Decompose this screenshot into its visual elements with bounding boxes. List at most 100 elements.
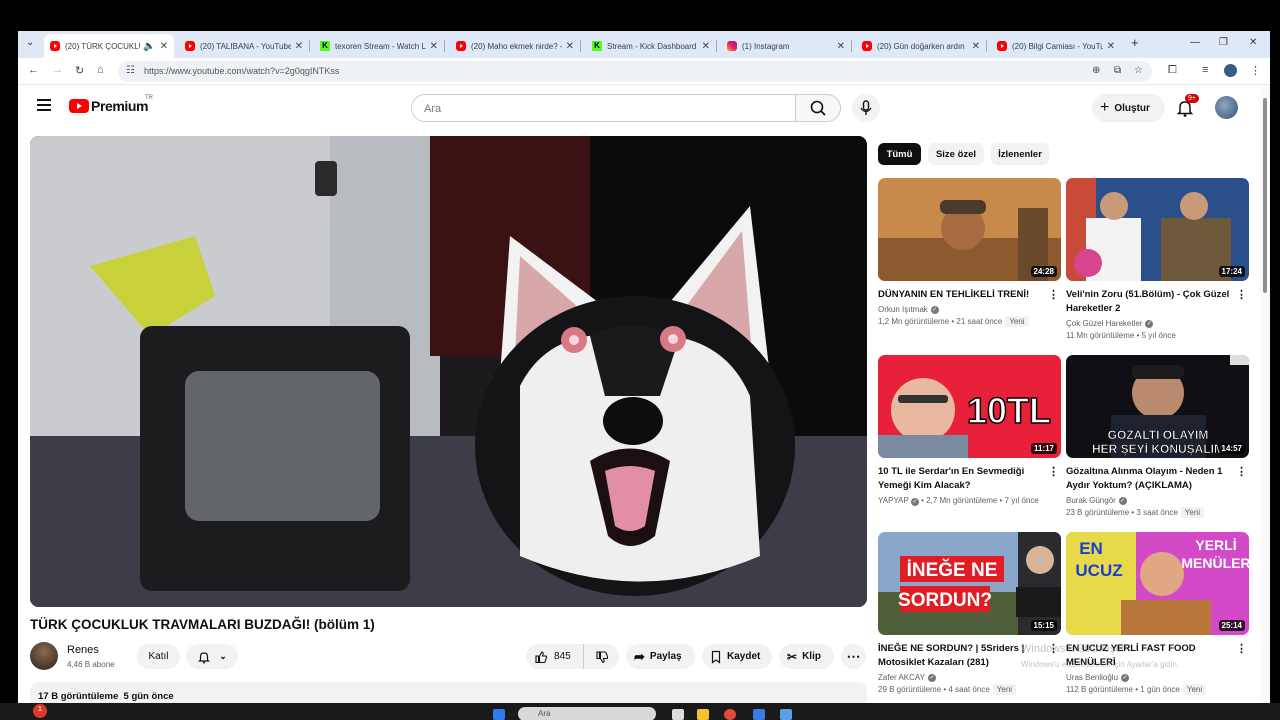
account-avatar[interactable]: [1215, 96, 1238, 119]
recommended-video[interactable]: EN UCUZ YERLİ MENÜLER 25:14 EN UCUZ YERLİ F…: [1066, 532, 1249, 695]
recommended-channel[interactable]: Zafer AKCAY: [878, 673, 925, 682]
taskbar-search[interactable]: Ara: [518, 707, 656, 720]
file-explorer-icon[interactable]: [697, 709, 709, 720]
more-options-icon[interactable]: ⋮: [1048, 465, 1059, 478]
task-view-icon[interactable]: [672, 709, 684, 720]
more-actions-icon[interactable]: ⋯: [841, 644, 866, 669]
audio-icon[interactable]: 🔈: [143, 41, 155, 52]
profile-avatar[interactable]: [1224, 64, 1237, 77]
close-icon[interactable]: ✕: [1107, 41, 1115, 52]
notification-badge[interactable]: 1: [33, 704, 47, 718]
like-button[interactable]: 845: [526, 644, 584, 669]
recommended-title[interactable]: Veli'nin Zoru (51.Bölüm) - Çok Güzel Har…: [1066, 288, 1236, 316]
zoom-icon[interactable]: ⊕: [1092, 65, 1100, 76]
close-icon[interactable]: ✕: [837, 41, 845, 52]
install-icon[interactable]: ⧉: [1114, 65, 1121, 76]
page-scrollbar[interactable]: [1260, 86, 1270, 703]
recommended-title[interactable]: Gözaltına Alınma Olayım - Neden 1 Aydır …: [1066, 465, 1236, 493]
tab-search-icon[interactable]: ⌄: [26, 37, 34, 48]
recommended-channel[interactable]: Orkun Işıtmak: [878, 305, 928, 314]
recommended-title[interactable]: DÜNYANIN EN TEHLİKELİ TRENİ!: [878, 288, 1048, 302]
chrome-icon[interactable]: [724, 709, 736, 720]
close-icon[interactable]: ✕: [295, 41, 303, 52]
recommended-video[interactable]: GÖZALTI OLAYIM HER ŞEYİ KONUŞALIM 14:57 G…: [1066, 355, 1249, 518]
new-tab-icon[interactable]: +: [1131, 35, 1139, 50]
tab[interactable]: K texoren Stream - Watch L ✕: [314, 34, 445, 58]
chip-watched[interactable]: İzlenenler: [991, 143, 1049, 165]
recommended-video[interactable]: İNEĞE NE SORDUN? 15:15 İNEĞE NE SORDUN? |…: [878, 532, 1061, 695]
notification-settings-button[interactable]: ⌄: [186, 644, 238, 669]
bookmark-star-icon[interactable]: ☆: [1134, 65, 1143, 76]
tab[interactable]: K Stream - Kick Dashboard ✕: [586, 34, 717, 58]
close-icon[interactable]: ✕: [160, 41, 168, 52]
thumbnail-text: MENÜLER: [1181, 555, 1249, 571]
tab[interactable]: (1) Instagram ✕: [721, 34, 852, 58]
site-info-icon[interactable]: ☷: [126, 65, 135, 76]
video-player[interactable]: [30, 136, 867, 607]
description-box[interactable]: 17 B görüntüleme 5 gün önce: [30, 682, 867, 703]
home-icon[interactable]: ⌂: [97, 64, 104, 76]
hamburger-menu-icon[interactable]: [37, 99, 51, 111]
close-icon[interactable]: ✕: [972, 41, 980, 52]
thumbnail-text: İNEĞE NE: [907, 559, 998, 581]
save-button[interactable]: Kaydet: [702, 644, 772, 669]
voice-search-button[interactable]: [852, 94, 880, 122]
window-close-icon[interactable]: ✕: [1249, 37, 1257, 48]
more-options-icon[interactable]: ⋮: [1236, 642, 1247, 655]
tab[interactable]: (20) TALIBANA - YouTube ✕: [179, 34, 310, 58]
extensions-icon[interactable]: ⧠: [1168, 64, 1177, 77]
recommended-title[interactable]: 10 TL ile Serdar'ın En Sevmediği Yemeği …: [878, 465, 1048, 493]
scrollbar-thumb[interactable]: [1263, 98, 1267, 293]
channel-name[interactable]: Renes: [67, 644, 99, 656]
tab-title: (20) Gün doğarken ardın: [877, 41, 965, 51]
recommended-channel[interactable]: YAPYAP: [878, 496, 909, 505]
more-options-icon[interactable]: ⋮: [1236, 465, 1247, 478]
channel-avatar[interactable]: [30, 642, 58, 670]
dislike-button[interactable]: [584, 644, 619, 669]
search-button[interactable]: [795, 94, 841, 122]
minimize-icon[interactable]: —: [1190, 37, 1200, 48]
clip-button[interactable]: ✂ Klip: [779, 644, 834, 669]
tab[interactable]: (20) Gün doğarken ardın ✕: [856, 34, 987, 58]
windows-start-icon[interactable]: [493, 709, 505, 720]
video-thumbnail[interactable]: 10TL 11:17: [878, 355, 1061, 458]
recommended-video[interactable]: 17:24 Veli'nin Zoru (51.Bölüm) - Çok Güz…: [1066, 178, 1249, 340]
chip-for-you[interactable]: Size özel: [928, 143, 984, 165]
close-icon[interactable]: ✕: [702, 41, 710, 52]
create-button[interactable]: + Oluştur: [1092, 94, 1165, 122]
share-label: Paylaş: [649, 651, 682, 662]
chip-all[interactable]: Tümü: [878, 143, 921, 165]
video-thumbnail[interactable]: EN UCUZ YERLİ MENÜLER 25:14: [1066, 532, 1249, 635]
app-icon[interactable]: [780, 709, 792, 720]
back-icon[interactable]: ←: [28, 64, 39, 76]
tab[interactable]: (20) Bilgi Camiası - YouTu ✕: [991, 34, 1121, 58]
recommended-channel[interactable]: Burak Güngör: [1066, 496, 1116, 505]
recommended-channel[interactable]: Çok Güzel Hareketler: [1066, 319, 1142, 328]
video-thumbnail[interactable]: İNEĞE NE SORDUN? 15:15: [878, 532, 1061, 635]
close-icon[interactable]: ✕: [566, 41, 574, 52]
browser-menu-icon[interactable]: ⋮: [1250, 64, 1261, 77]
forward-icon[interactable]: →: [52, 64, 63, 76]
video-thumbnail[interactable]: 17:24: [1066, 178, 1249, 281]
more-options-icon[interactable]: ⋮: [1048, 288, 1059, 301]
address-bar[interactable]: ☷ https://www.youtube.com/watch?v=2g0qgI…: [118, 61, 1152, 82]
youtube-premium-logo[interactable]: Premium TR: [69, 95, 153, 114]
media-controls-icon[interactable]: ≡: [1202, 64, 1208, 76]
search-input[interactable]: Ara: [411, 94, 796, 122]
store-icon[interactable]: [753, 709, 765, 720]
recommended-video[interactable]: 10TL 11:17 10 TL ile Serdar'ın En Sevmed…: [878, 355, 1061, 506]
reload-icon[interactable]: ↻: [75, 64, 84, 77]
video-thumbnail[interactable]: GÖZALTI OLAYIM HER ŞEYİ KONUŞALIM 14:57: [1066, 355, 1249, 458]
close-icon[interactable]: ✕: [430, 41, 438, 52]
recommended-channel[interactable]: Uras Benlioğlu: [1066, 673, 1118, 682]
maximize-icon[interactable]: ❐: [1219, 37, 1228, 48]
tab-active[interactable]: (20) TÜRK ÇOCUKLUK 🔈 ✕: [44, 34, 174, 58]
share-button[interactable]: ➦ Paylaş: [626, 644, 695, 669]
more-options-icon[interactable]: ⋮: [1236, 288, 1247, 301]
tab[interactable]: (20) Maho ekmek nirde? - ✕: [450, 34, 581, 58]
tab-title: (20) Maho ekmek nirde? -: [471, 41, 562, 51]
video-title: TÜRK ÇOCUKLUK TRAVMALARI BUZDAĞI! (bölüm…: [30, 617, 375, 632]
join-button[interactable]: Katıl: [137, 644, 180, 669]
recommended-video[interactable]: 24:28 DÜNYANIN EN TEHLİKELİ TRENİ! Orkun…: [878, 178, 1061, 327]
video-thumbnail[interactable]: 24:28: [878, 178, 1061, 281]
